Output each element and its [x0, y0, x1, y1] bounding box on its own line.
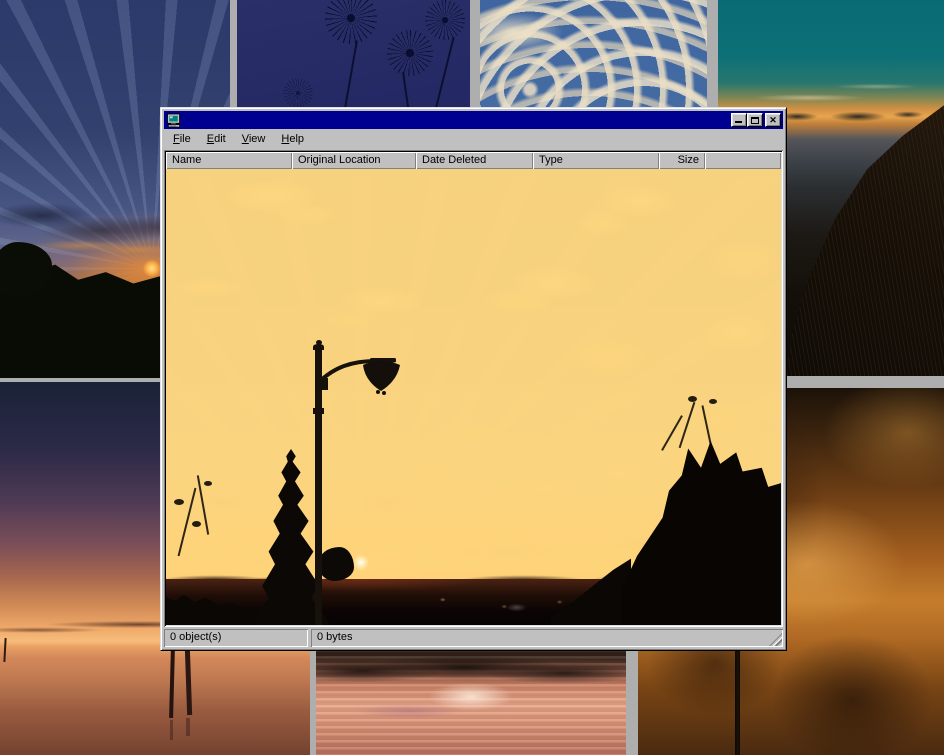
status-object-count: 0 object(s) [164, 629, 308, 647]
street-lamp-head [314, 353, 404, 399]
folder-background-photo[interactable] [166, 169, 781, 625]
menu-file[interactable]: File [165, 131, 199, 148]
leaf-clump [709, 399, 717, 404]
column-header-date-deleted[interactable]: Date Deleted [416, 152, 533, 169]
flower-umbel [283, 78, 313, 108]
column-header-original-location[interactable]: Original Location [292, 152, 416, 169]
leaf-clump [204, 481, 212, 486]
title-bar[interactable]: ✕ [164, 111, 783, 129]
desktop: ✕ File Edit View Help Name Original Loca… [0, 0, 944, 755]
flower-stem [433, 37, 454, 115]
computer-icon[interactable] [166, 113, 182, 128]
pole-reflection [170, 720, 173, 740]
column-header-type[interactable]: Type [533, 152, 659, 169]
recycle-bin-window: ✕ File Edit View Help Name Original Loca… [160, 107, 787, 651]
pole-reflection [186, 718, 190, 736]
status-bar: 0 object(s) 0 bytes [164, 629, 783, 647]
flower-umbel [425, 0, 465, 40]
small-bush-silhouette [318, 547, 354, 581]
flower-umbel [325, 0, 377, 44]
column-headers: Name Original Location Date Deleted Type… [166, 152, 781, 169]
street-lamp-finial [316, 340, 322, 345]
leaf-clump [174, 499, 184, 505]
menu-edit[interactable]: Edit [199, 131, 234, 148]
list-view: Name Original Location Date Deleted Type… [164, 150, 783, 627]
leaf-clump [192, 521, 201, 527]
water-pole [169, 648, 175, 718]
flower-umbel [387, 30, 433, 76]
leaf-clump [688, 396, 697, 402]
column-header-name[interactable]: Name [166, 152, 292, 169]
water-stick [3, 638, 6, 662]
close-button[interactable]: ✕ [765, 113, 781, 127]
status-size-text: 0 bytes [317, 631, 352, 643]
resize-grip-icon[interactable] [769, 633, 782, 646]
maximize-button[interactable] [747, 113, 763, 127]
menu-bar: File Edit View Help [164, 129, 783, 150]
column-header-size[interactable]: Size [659, 152, 705, 169]
menu-view[interactable]: View [234, 131, 274, 148]
column-header-blank[interactable] [705, 152, 781, 169]
water-pole [185, 648, 192, 715]
minimize-button[interactable] [731, 113, 747, 127]
status-size: 0 bytes [311, 629, 783, 647]
street-lamp-collar [313, 408, 324, 414]
menu-help[interactable]: Help [273, 131, 312, 148]
